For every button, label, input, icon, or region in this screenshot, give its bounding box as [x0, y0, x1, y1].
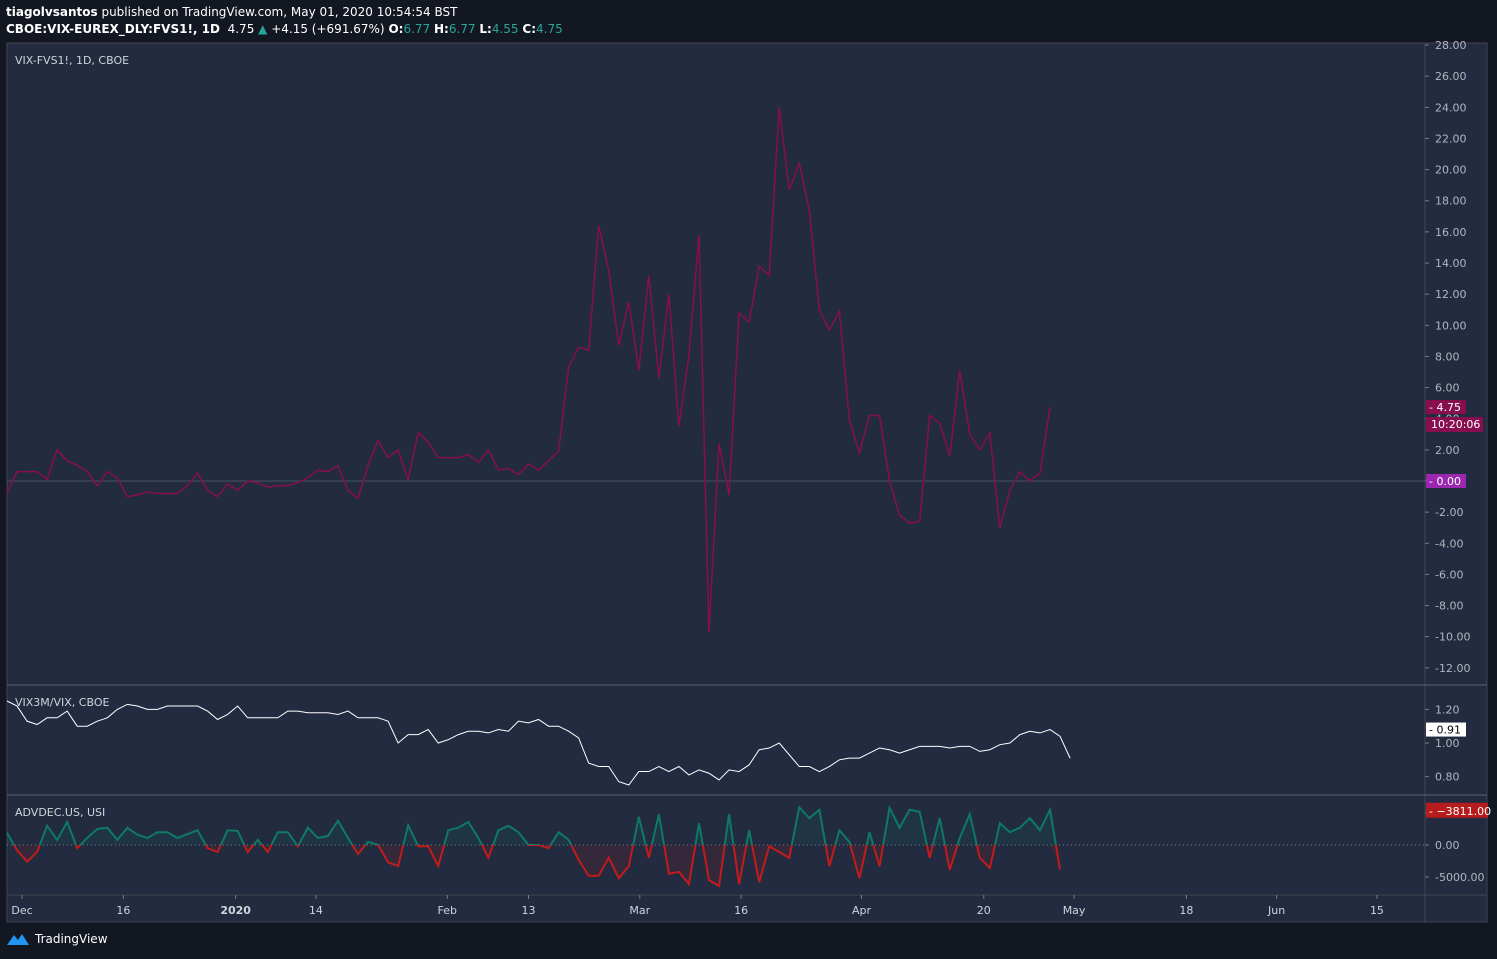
y-tick-label: 1.20 — [1435, 703, 1460, 716]
x-tick-label: Jun — [1267, 904, 1285, 917]
y-tick-label: -6.00 — [1435, 568, 1463, 581]
zero-label: - 0.00 — [1429, 475, 1461, 488]
y-tick-label: -4.00 — [1435, 537, 1463, 550]
y-tick-label: 28.00 — [1435, 39, 1467, 52]
y-tick-label: 0.00 — [1435, 839, 1460, 852]
x-tick-label: Mar — [629, 904, 650, 917]
x-tick-label: 14 — [309, 904, 323, 917]
y-tick-label: -12.00 — [1435, 662, 1470, 675]
x-tick-label: 18 — [1179, 904, 1193, 917]
tradingview-logo-icon — [7, 934, 29, 945]
y-tick-label: 0.80 — [1435, 771, 1460, 784]
y-tick-label: 18.00 — [1435, 195, 1467, 208]
y-tick-label: 6.00 — [1435, 382, 1460, 395]
last-price-label: - 4.75 — [1429, 401, 1461, 414]
x-tick-label: 16 — [734, 904, 748, 917]
y-tick-label: -5000.00 — [1435, 871, 1484, 884]
y-tick-label: 20.00 — [1435, 164, 1467, 177]
x-tick-label: Dec — [11, 904, 32, 917]
x-tick-label: 13 — [522, 904, 536, 917]
y-tick-label: 1.00 — [1435, 737, 1460, 750]
y-tick-label: -2.00 — [1435, 506, 1463, 519]
chart-area — [6, 42, 1488, 923]
x-tick-label: 2020 — [220, 904, 251, 917]
last-value-label: - 0.91 — [1429, 724, 1461, 737]
y-tick-label: 22.00 — [1435, 132, 1467, 145]
last-value-label: - −3811.00 — [1429, 805, 1491, 818]
pane-title: VIX-FVS1!, 1D, CBOE — [15, 54, 129, 67]
x-tick-label: Feb — [438, 904, 457, 917]
y-tick-label: 14.00 — [1435, 257, 1467, 270]
footer-brand: TradingView — [6, 932, 108, 946]
brand-name: TradingView — [35, 932, 108, 946]
countdown-label: 10:20:06 — [1431, 418, 1480, 431]
pane-title: VIX3M/VIX, CBOE — [15, 696, 109, 709]
x-tick-label: Apr — [852, 904, 872, 917]
y-tick-label: 10.00 — [1435, 319, 1467, 332]
y-tick-label: 26.00 — [1435, 70, 1467, 83]
y-tick-label: -10.00 — [1435, 631, 1470, 644]
y-tick-label: 24.00 — [1435, 101, 1467, 114]
x-tick-label: May — [1063, 904, 1086, 917]
y-tick-label: -8.00 — [1435, 600, 1463, 613]
y-tick-label: 2.00 — [1435, 444, 1460, 457]
x-tick-label: 20 — [977, 904, 991, 917]
y-tick-label: 16.00 — [1435, 226, 1467, 239]
y-tick-label: 8.00 — [1435, 350, 1460, 363]
x-tick-label: 15 — [1370, 904, 1384, 917]
y-tick-label: 12.00 — [1435, 288, 1467, 301]
chart[interactable]: VIX-FVS1!, 1D, CBOE 28.00 26.00 24.00 22.00 2… — [0, 0, 1497, 959]
pane-title: ADVDEC.US, USI — [15, 806, 105, 819]
x-tick-label: 16 — [116, 904, 130, 917]
